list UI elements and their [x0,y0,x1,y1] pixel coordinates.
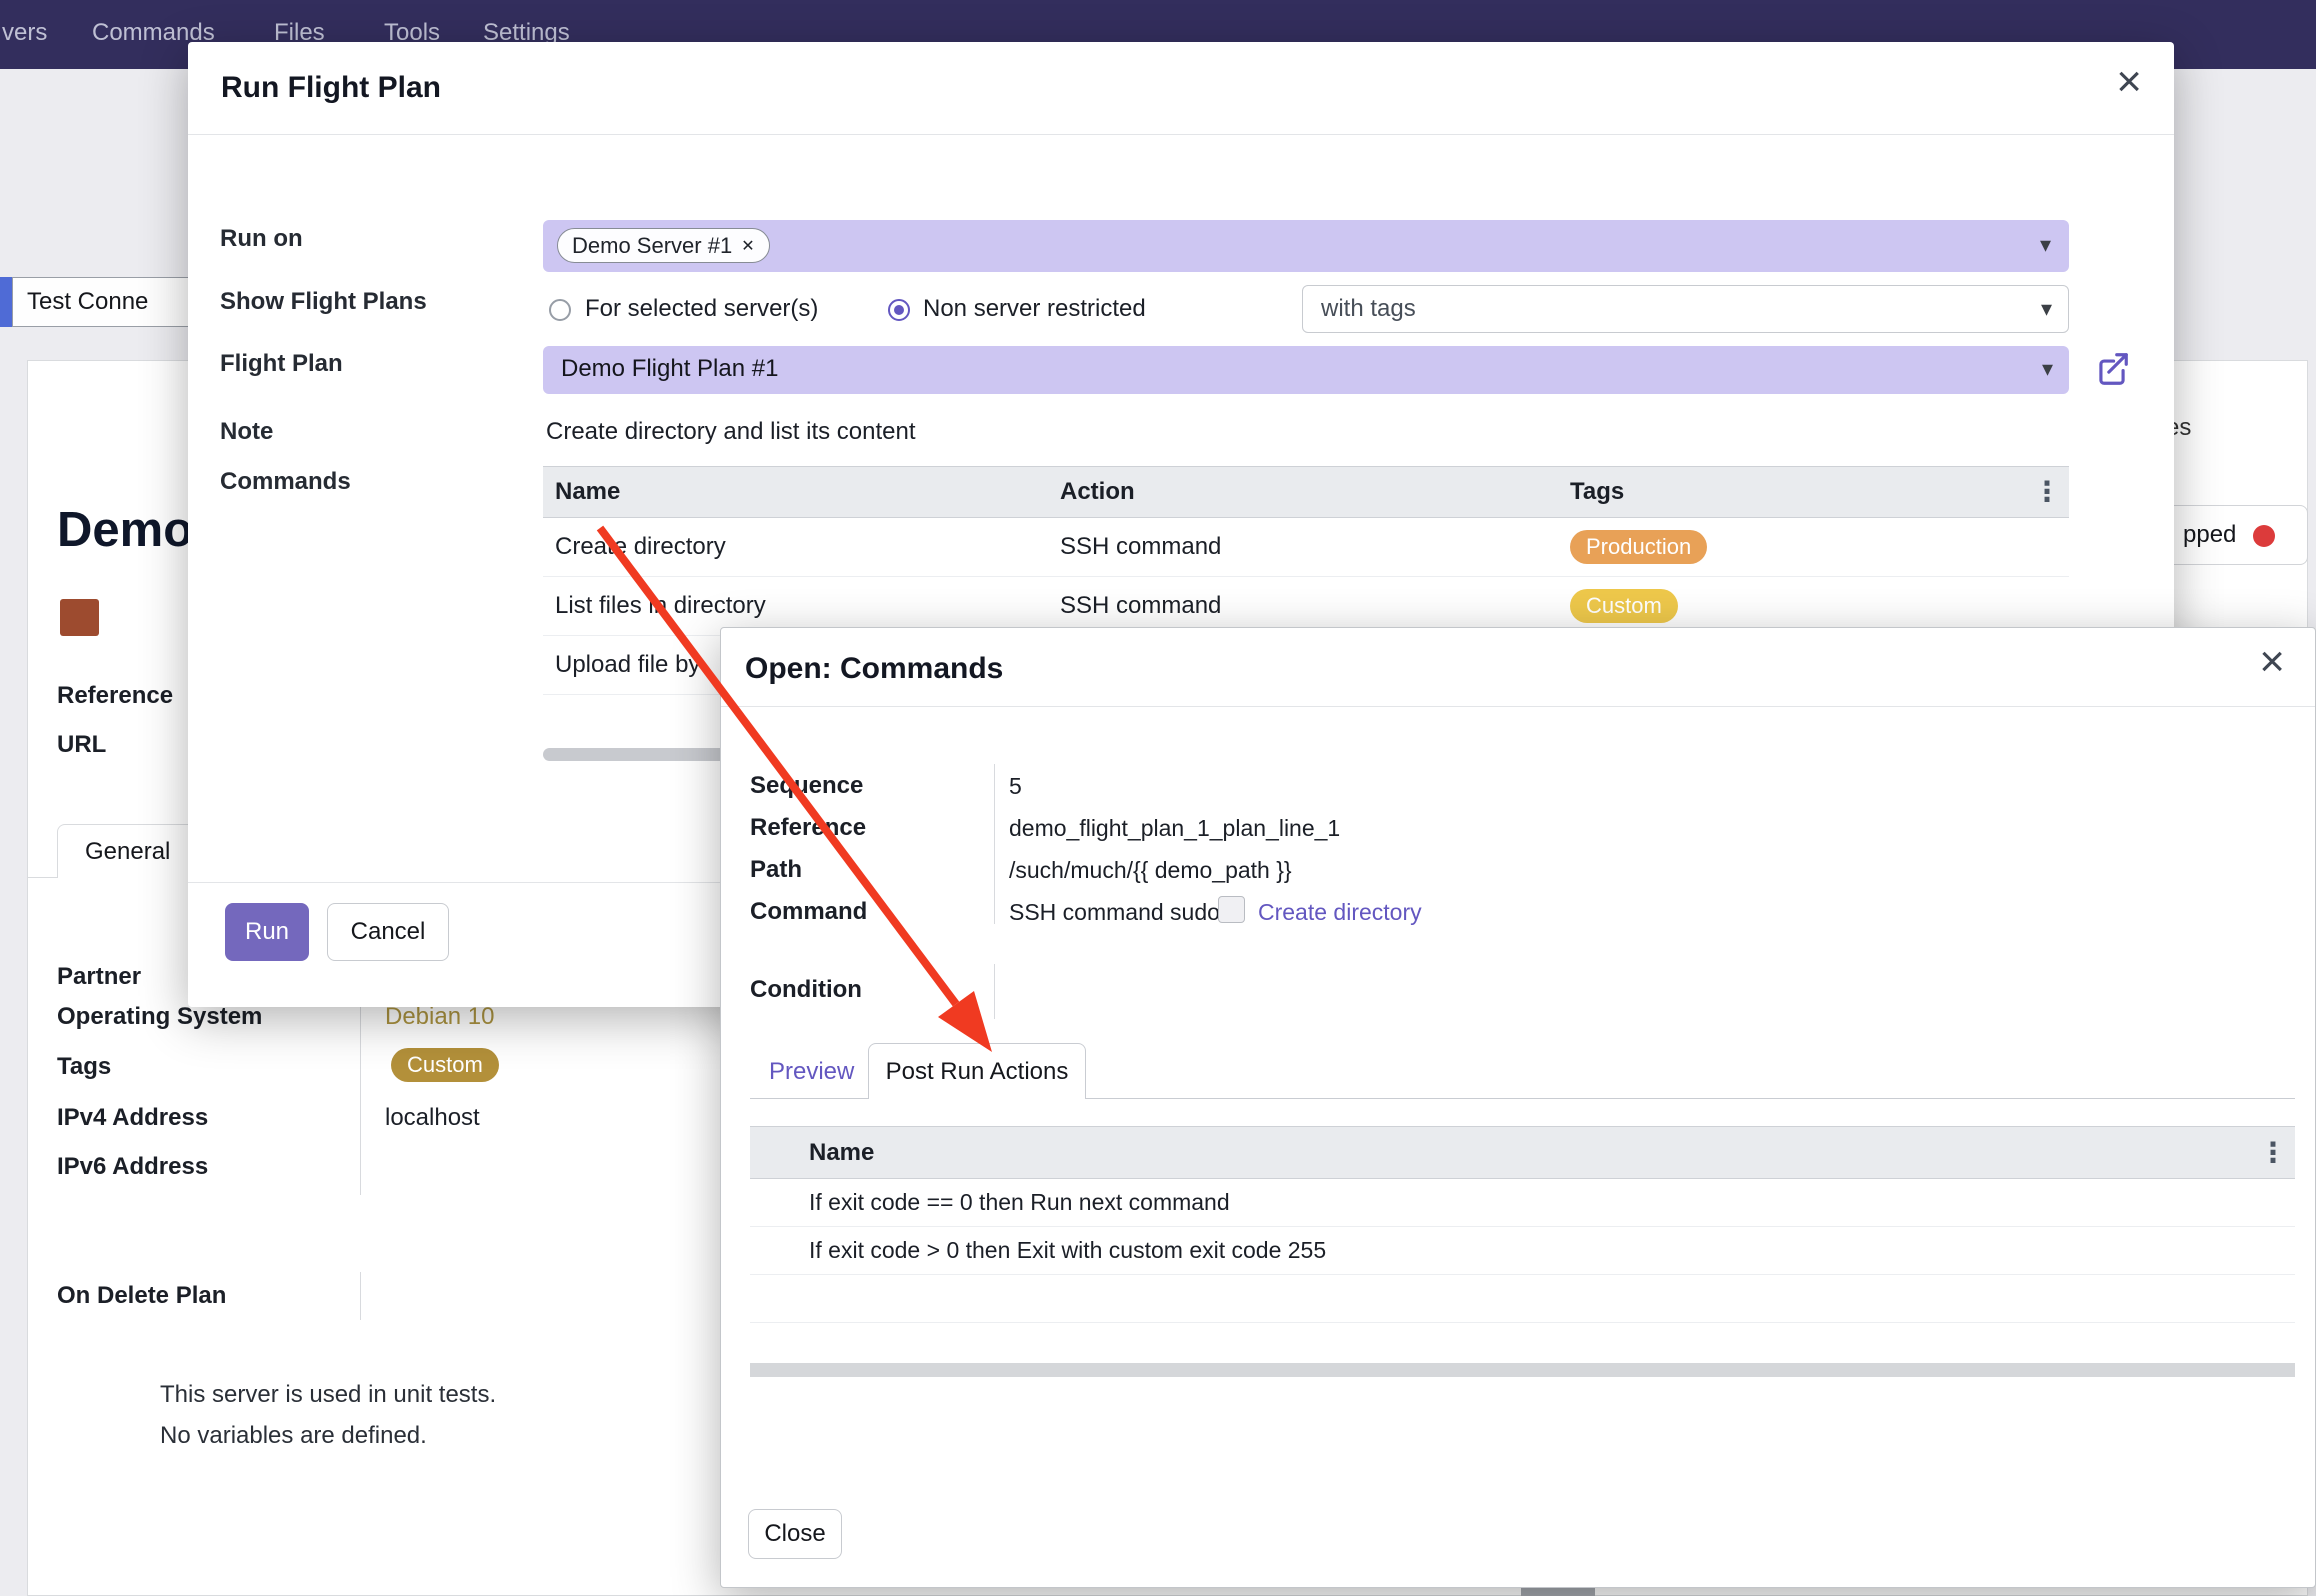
label-condition: Condition [750,975,862,1005]
modal-header-divider [188,134,2174,135]
col-header-name[interactable]: Name [543,477,1060,507]
chevron-down-icon[interactable]: ▾ [2040,234,2051,256]
tab-post-run-actions[interactable]: Post Run Actions [868,1043,1086,1099]
commands-table-header: Name Action Tags ⋮ [543,466,2069,518]
close-icon[interactable]: × [2116,60,2142,104]
flight-plan-value: Demo Flight Plan #1 [561,354,778,384]
status-badge-label: pped [2183,520,2236,550]
status-red-dot-icon [2253,525,2275,547]
chip-remove-icon[interactable]: ✕ [741,236,754,256]
radio-non-server-restricted[interactable] [888,299,910,321]
value-command: SSH command sudo [1009,898,1220,927]
label-url: URL [57,730,106,760]
table-row[interactable]: Create directory SSH command Production [543,518,2069,577]
note-value: Create directory and list its content [546,417,916,447]
chevron-down-icon[interactable]: ▾ [2041,298,2052,320]
field-divider [360,1272,361,1320]
flight-plan-select[interactable]: Demo Flight Plan #1 ▾ [543,346,2069,394]
server-chip[interactable]: Demo Server #1 ✕ [557,228,770,263]
tag-custom: Custom [1570,589,1678,623]
run-button-label: Run [245,918,289,946]
table-row[interactable]: If exit code == 0 then Run next command [750,1179,2295,1227]
label-ipv4: IPv4 Address [57,1103,208,1133]
run-flight-plan-title: Run Flight Plan [221,69,441,107]
label-commands: Commands [220,467,351,497]
col-header-action[interactable]: Action [1060,477,1570,507]
col-header-name[interactable]: Name [809,1138,2251,1168]
label-on-delete-plan: On Delete Plan [57,1281,226,1311]
server-color-swatch[interactable] [60,599,99,636]
primary-button-sliver[interactable] [0,277,12,327]
test-connection-button[interactable]: Test Conne [12,277,197,327]
with-tags-select[interactable]: with tags ▾ [1302,285,2069,333]
tab-general-label: General [85,837,170,867]
radio-for-selected-servers-label[interactable]: For selected server(s) [585,294,818,324]
external-link-icon[interactable] [2093,350,2131,388]
run-button[interactable]: Run [225,903,309,961]
cancel-button-label: Cancel [351,918,426,946]
radio-dot [894,305,904,315]
tab-preview[interactable]: Preview [769,1057,854,1087]
tag-custom-background[interactable]: Custom [391,1048,499,1082]
label-tags: Tags [57,1052,111,1082]
close-button[interactable]: Close [748,1509,842,1559]
label-partner: Partner [57,962,141,992]
post-run-actions-table: Name ⋮ If exit code == 0 then Run next c… [750,1126,2295,1323]
label-reference: Reference [57,681,173,711]
field-divider [994,764,995,924]
table-row-empty [750,1275,2295,1323]
radio-for-selected-servers[interactable] [549,299,571,321]
server-chip-label: Demo Server #1 [572,233,732,259]
label-ipv6: IPv6 Address [57,1152,208,1182]
close-button-label: Close [764,1520,825,1548]
with-tags-placeholder: with tags [1321,294,1416,324]
label-sequence: Sequence [750,771,863,801]
test-connection-label: Test Conne [27,287,148,317]
create-directory-checkbox[interactable] [1218,896,1245,923]
value-ipv4: localhost [385,1103,480,1133]
horizontal-scrollbar[interactable] [750,1363,2295,1377]
table-row[interactable]: If exit code > 0 then Exit with custom e… [750,1227,2295,1275]
tag-production: Production [1570,530,1707,564]
col-header-tags[interactable]: Tags [1570,477,2025,507]
cell-action-name: If exit code == 0 then Run next command [750,1188,1230,1217]
cell-action-name: If exit code > 0 then Exit with custom e… [750,1236,1326,1265]
open-commands-modal: Open: Commands × Sequence 5 Reference de… [720,627,2316,1588]
unit-test-note-line1: This server is used in unit tests. [160,1380,496,1410]
radio-non-server-restricted-label[interactable]: Non server restricted [923,294,1146,324]
modal-header-divider [721,706,2315,707]
label-path: Path [750,855,802,885]
kebab-menu-icon[interactable]: ⋮ [2025,478,2069,506]
cell-action: SSH command [1060,591,1570,621]
chevron-down-icon[interactable]: ▾ [2042,358,2053,380]
cancel-button[interactable]: Cancel [327,903,449,961]
nav-item-servers[interactable]: vers [2,18,47,48]
value-sequence: 5 [1009,772,1022,801]
unit-test-note-line2: No variables are defined. [160,1421,427,1451]
actions-table-header: Name ⋮ [750,1126,2295,1179]
value-path: /such/much/{{ demo_path }} [1009,856,1292,885]
label-note: Note [220,417,273,447]
field-divider [994,964,995,1019]
label-flight-plan: Flight Plan [220,349,343,379]
create-directory-link[interactable]: Create directory [1258,898,1422,927]
label-reference: Reference [750,813,866,843]
server-heading: Demo [57,500,193,560]
run-on-multiselect[interactable]: Demo Server #1 ✕ ▾ [543,220,2069,272]
close-icon[interactable]: × [2259,640,2285,684]
cell-action: SSH command [1060,532,1570,562]
tab-post-run-actions-label: Post Run Actions [886,1057,1069,1087]
screen: vers Commands Files Tools Settings Test … [0,0,2316,1596]
cell-name: Create directory [543,532,1060,562]
label-show-flight-plans: Show Flight Plans [220,287,427,317]
label-run-on: Run on [220,224,303,254]
cell-name: List files in directory [543,591,1060,621]
kebab-menu-icon[interactable]: ⋮ [2251,1139,2295,1167]
open-commands-title: Open: Commands [745,650,1003,688]
label-command: Command [750,897,867,927]
value-reference: demo_flight_plan_1_plan_line_1 [1009,814,1340,843]
